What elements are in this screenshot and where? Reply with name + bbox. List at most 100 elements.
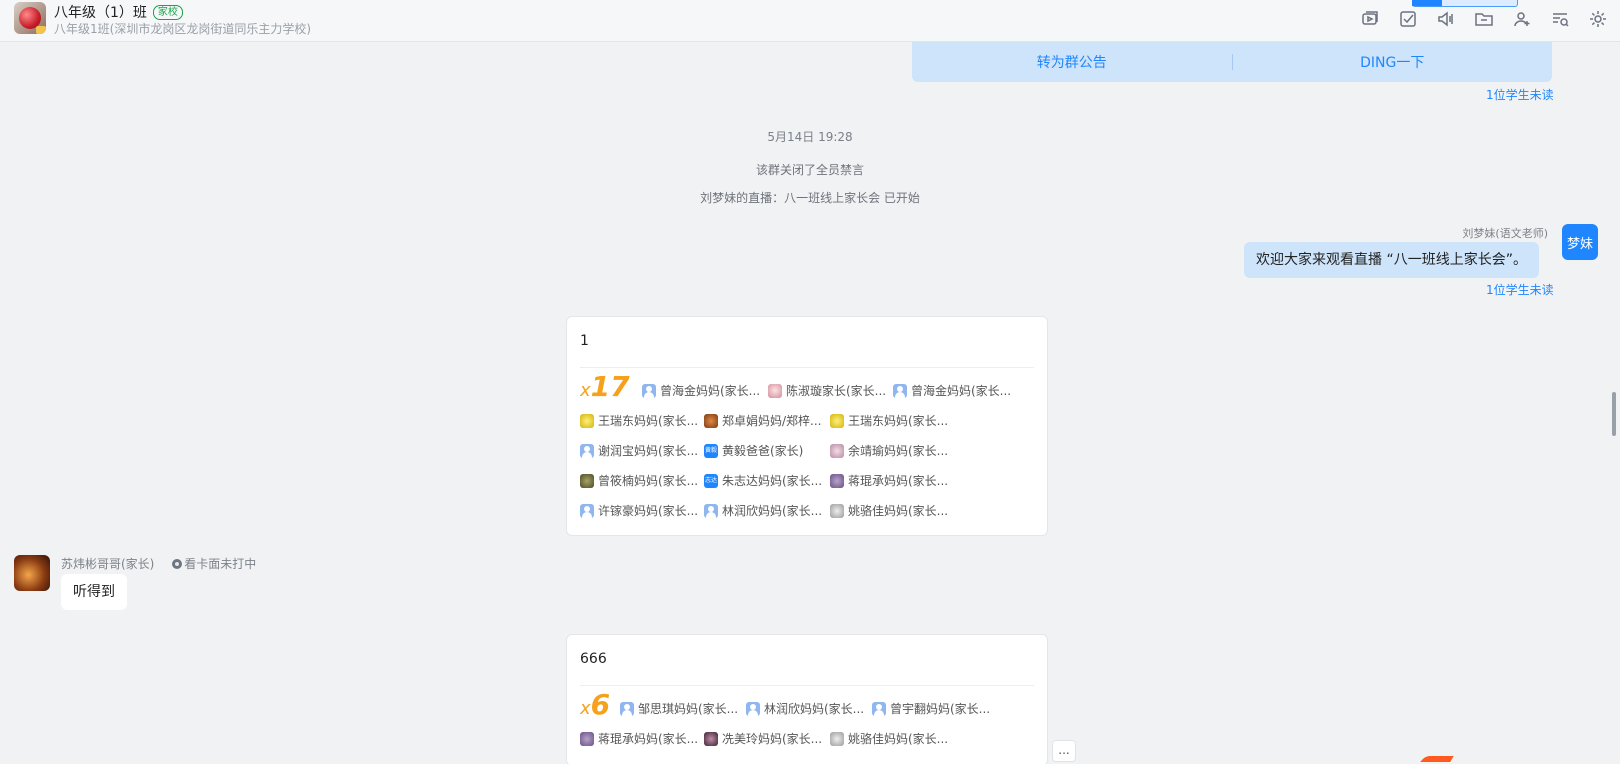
- settings-button[interactable]: [1586, 7, 1610, 31]
- person-name: 余靖瑜妈妈(家长...: [848, 444, 949, 458]
- reaction-person[interactable]: 蒋琨承妈妈(家长...: [580, 730, 698, 747]
- sender-status: 看卡面未打中: [172, 557, 256, 571]
- sender-info: 苏炜彬哥哥(家长) 看卡面未打中: [61, 555, 256, 572]
- person-name: 姚骆佳妈妈(家长...: [848, 732, 949, 746]
- message-timestamp: 5月14日 19:28: [767, 130, 853, 144]
- reaction-person[interactable]: 王瑞东妈妈(家长...: [580, 412, 698, 429]
- reaction-person[interactable]: 姚骆佳妈妈(家长...: [830, 730, 948, 747]
- count-number: 6: [590, 688, 611, 721]
- person-avatar-icon: [704, 731, 718, 746]
- divider: [580, 367, 1034, 368]
- card-text: 1: [580, 333, 589, 349]
- person-avatar-icon: [580, 443, 594, 458]
- reaction-person[interactable]: 曾海金妈妈(家长...: [642, 382, 760, 399]
- announce-icon: [1438, 11, 1453, 27]
- person-avatar-icon: [830, 731, 844, 746]
- status-icon: [172, 559, 183, 569]
- top-progress-tab[interactable]: [1412, 0, 1518, 7]
- person-name: 朱志达妈妈(家长...: [722, 474, 823, 488]
- unread-count[interactable]: 1位学生未读: [1486, 281, 1554, 298]
- group-title[interactable]: 八年级（1）班 家校: [54, 2, 183, 22]
- scrollbar[interactable]: [1612, 392, 1616, 436]
- sender-name: 苏炜彬哥哥(家长): [61, 557, 155, 571]
- unread-count[interactable]: 1位学生未读: [1486, 86, 1554, 103]
- person-avatar-icon: [768, 383, 782, 398]
- person-avatar-icon: [580, 413, 594, 428]
- live-icon: [1362, 11, 1378, 25]
- person-name: 蒋琨承妈妈(家长...: [598, 732, 699, 746]
- ding-button[interactable]: DING一下: [1233, 52, 1553, 72]
- reaction-person[interactable]: 林润欣妈妈(家长...: [704, 502, 822, 519]
- person-avatar-icon: [704, 503, 718, 518]
- person-avatar-icon: [872, 701, 886, 716]
- person-avatar-icon: 黄毅: [704, 443, 718, 458]
- system-notice-mute: 该群关闭了全员禁言: [755, 163, 864, 177]
- person-name: 曾海金妈妈(家长...: [911, 384, 1012, 398]
- person-avatar-icon: [830, 473, 844, 488]
- person-avatar-icon: [580, 731, 594, 746]
- person-name: 郑卓娟妈妈/郑梓...: [722, 414, 822, 428]
- reaction-person[interactable]: 志达 朱志达妈妈(家长...: [704, 472, 822, 489]
- reaction-person[interactable]: 曾宇翻妈妈(家长...: [872, 700, 990, 717]
- person-avatar-icon: [642, 383, 656, 398]
- to-group-notice-button[interactable]: 转为群公告: [912, 52, 1232, 72]
- person-name: 谢润宝妈妈(家长...: [598, 444, 699, 458]
- task-button[interactable]: [1396, 7, 1420, 31]
- chat-header: 八年级（1）班 家校 八年级1班(深圳市龙岗区龙岗街道同乐主力学校): [0, 0, 1620, 42]
- system-notice-live[interactable]: 刘梦妹的直播：八一班线上家长会 已开始: [0, 189, 1620, 206]
- message-bubble[interactable]: 欢迎大家来观看直播 “八一班线上家长会”。: [1244, 242, 1539, 278]
- add-member-icon: [1514, 12, 1530, 27]
- reaction-person[interactable]: 邹思琪妈妈(家长...: [620, 700, 738, 717]
- person-name: 林润欣妈妈(家长...: [722, 504, 823, 518]
- reaction-person[interactable]: 谢润宝妈妈(家长...: [580, 442, 698, 459]
- announce-button[interactable]: [1434, 7, 1458, 31]
- sender-name: 刘梦妹(语文老师): [1462, 227, 1548, 240]
- group-badge-icon: [36, 26, 46, 34]
- person-name: 许镓豪妈妈(家长...: [598, 504, 699, 518]
- reaction-card[interactable]: 666 x6 邹思琪妈妈(家长... 林润欣妈妈(家长... 曾宇翻妈妈(家长...…: [566, 634, 1048, 764]
- person-avatar-icon: [580, 503, 594, 518]
- person-avatar-icon: 志达: [704, 473, 718, 488]
- person-avatar-icon: [580, 473, 594, 488]
- reaction-person[interactable]: 余靖瑜妈妈(家长...: [830, 442, 948, 459]
- reaction-person[interactable]: 许镓豪妈妈(家长...: [580, 502, 698, 519]
- count-prefix: x: [580, 380, 591, 401]
- add-member-button[interactable]: [1510, 7, 1534, 31]
- reaction-person[interactable]: 陈淑璇家长(家长...: [768, 382, 886, 399]
- person-avatar-icon: [620, 701, 634, 716]
- search-history-button[interactable]: [1548, 7, 1572, 31]
- avatar[interactable]: 梦妹: [1562, 224, 1598, 260]
- folder-icon: [1475, 13, 1493, 26]
- person-avatar-icon: [893, 383, 907, 398]
- count-number: 17: [590, 370, 630, 403]
- search-history-icon: [1553, 13, 1569, 27]
- live-button[interactable]: [1358, 7, 1382, 31]
- person-name: 曾海金妈妈(家长...: [660, 384, 761, 398]
- count-prefix: x: [580, 698, 591, 719]
- reaction-person[interactable]: 冼美玲妈妈(家长...: [704, 730, 822, 747]
- person-name: 陈淑璇家长(家长...: [786, 384, 887, 398]
- files-button[interactable]: [1472, 7, 1496, 31]
- reaction-person[interactable]: 曾筱楠妈妈(家长...: [580, 472, 698, 489]
- person-name: 冼美玲妈妈(家长...: [722, 732, 823, 746]
- reaction-person[interactable]: 曾海金妈妈(家长...: [893, 382, 1011, 399]
- reaction-person[interactable]: 黄毅 黄毅爸爸(家长): [704, 442, 803, 459]
- person-avatar-icon: [704, 413, 718, 428]
- reaction-person[interactable]: 蒋琨承妈妈(家长...: [830, 472, 948, 489]
- group-avatar[interactable]: [14, 2, 46, 34]
- settings-icon: [1590, 11, 1606, 27]
- reaction-person[interactable]: 王瑞东妈妈(家长...: [830, 412, 948, 429]
- card-text: 666: [580, 651, 607, 667]
- status-text: 看卡面未打中: [184, 557, 257, 571]
- reaction-card[interactable]: 1 x17 曾海金妈妈(家长... 陈淑璇家长(家长... 曾海金妈妈(家长... 王…: [566, 316, 1048, 536]
- person-name: 林润欣妈妈(家长...: [764, 702, 865, 716]
- person-name: 姚骆佳妈妈(家长...: [848, 504, 949, 518]
- avatar[interactable]: [14, 555, 50, 591]
- reaction-count: x17: [580, 370, 630, 403]
- reaction-person[interactable]: 林润欣妈妈(家长...: [746, 700, 864, 717]
- reaction-person[interactable]: 郑卓娟妈妈/郑梓...: [704, 412, 822, 429]
- message-bubble[interactable]: 听得到: [61, 574, 127, 610]
- reaction-person[interactable]: 姚骆佳妈妈(家长...: [830, 502, 948, 519]
- person-name: 王瑞东妈妈(家长...: [598, 414, 699, 428]
- more-button[interactable]: ...: [1052, 740, 1076, 762]
